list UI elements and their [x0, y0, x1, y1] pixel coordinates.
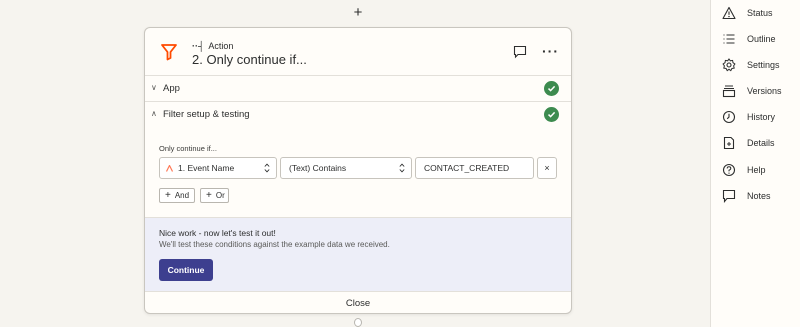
chevron-down-icon: ∨ [151, 83, 157, 92]
section-filter-label: Filter setup & testing [163, 109, 250, 120]
sidebar-item-help[interactable]: Help [711, 160, 800, 180]
step-dots-icon: ··┤ [192, 41, 205, 51]
add-step-button[interactable]: + [351, 5, 365, 20]
add-or-condition-button[interactable]: + Or [200, 188, 229, 203]
connector-dot [354, 318, 362, 327]
sidebar-item-label: Outline [747, 34, 776, 44]
sidebar-item-status[interactable]: Status [711, 3, 800, 23]
add-and-condition-button[interactable]: + And [159, 188, 195, 203]
and-label: And [174, 191, 190, 200]
sidebar-item-outline[interactable]: Outline [711, 29, 800, 49]
step-editor-card: ··┤ Action 2. Only continue if... ··· ∨ … [144, 27, 572, 314]
filter-field-select[interactable]: 1. Event Name [159, 157, 277, 179]
list-icon [723, 34, 735, 44]
filter-operator-value: (Text) Contains [289, 163, 347, 173]
filter-field-value: 1. Event Name [178, 163, 235, 173]
step-type-label: Action [208, 41, 234, 51]
warning-icon [722, 6, 736, 20]
sidebar-item-versions[interactable]: Versions [711, 81, 800, 101]
comment-icon[interactable] [513, 45, 527, 59]
check-circle-icon [544, 81, 559, 96]
section-app[interactable]: ∨ App [145, 76, 571, 102]
stack-icon [722, 85, 736, 98]
filter-icon [161, 44, 177, 61]
filter-operator-select[interactable]: (Text) Contains [280, 157, 412, 179]
document-icon [723, 136, 735, 150]
section-app-label: App [163, 83, 180, 94]
help-icon [722, 163, 736, 177]
sidebar-item-label: Help [747, 165, 766, 175]
sidebar-item-history[interactable]: History [711, 107, 800, 127]
check-circle-icon [544, 107, 559, 122]
filter-value-input[interactable]: CONTACT_CREATED [415, 157, 534, 179]
more-options-icon[interactable]: ··· [542, 44, 559, 58]
select-arrows-icon [264, 163, 270, 173]
step-type: ··┤ Action [192, 41, 233, 51]
select-arrows-icon [399, 163, 405, 173]
sidebar-item-label: Status [747, 8, 773, 18]
step-title: 2. Only continue if... [192, 52, 307, 67]
plus-icon: + [206, 190, 212, 201]
test-description: We'll test these conditions against the … [159, 240, 390, 249]
sidebar-item-details[interactable]: Details [711, 133, 800, 153]
sidebar-item-settings[interactable]: Settings [711, 55, 800, 75]
continue-button[interactable]: Continue [159, 259, 213, 281]
chevron-up-icon: ∧ [151, 109, 157, 118]
note-icon [722, 189, 736, 203]
sidebar-item-label: Settings [747, 60, 780, 70]
or-label: Or [215, 191, 225, 200]
only-continue-label: Only continue if... [159, 144, 217, 153]
sidebar-item-label: Details [747, 138, 775, 148]
clock-icon [722, 110, 736, 124]
right-sidebar: Status Outline Settings Versions History [710, 0, 800, 327]
section-filter[interactable]: ∧ Filter setup & testing [145, 102, 571, 128]
test-title: Nice work - now let's test it out! [159, 228, 276, 238]
sidebar-item-label: History [747, 112, 776, 122]
app-logo-icon [166, 165, 173, 172]
remove-condition-button[interactable]: × [537, 157, 557, 179]
sidebar-item-label: Versions [747, 86, 782, 96]
plus-icon: + [165, 190, 171, 201]
sidebar-item-label: Notes [747, 191, 771, 201]
test-panel: Nice work - now let's test it out! We'll… [145, 217, 571, 291]
gear-icon [722, 58, 736, 72]
step-header: ··┤ Action 2. Only continue if... ··· [145, 28, 571, 76]
close-button[interactable]: Close [145, 291, 571, 313]
sidebar-item-notes[interactable]: Notes [711, 186, 800, 206]
